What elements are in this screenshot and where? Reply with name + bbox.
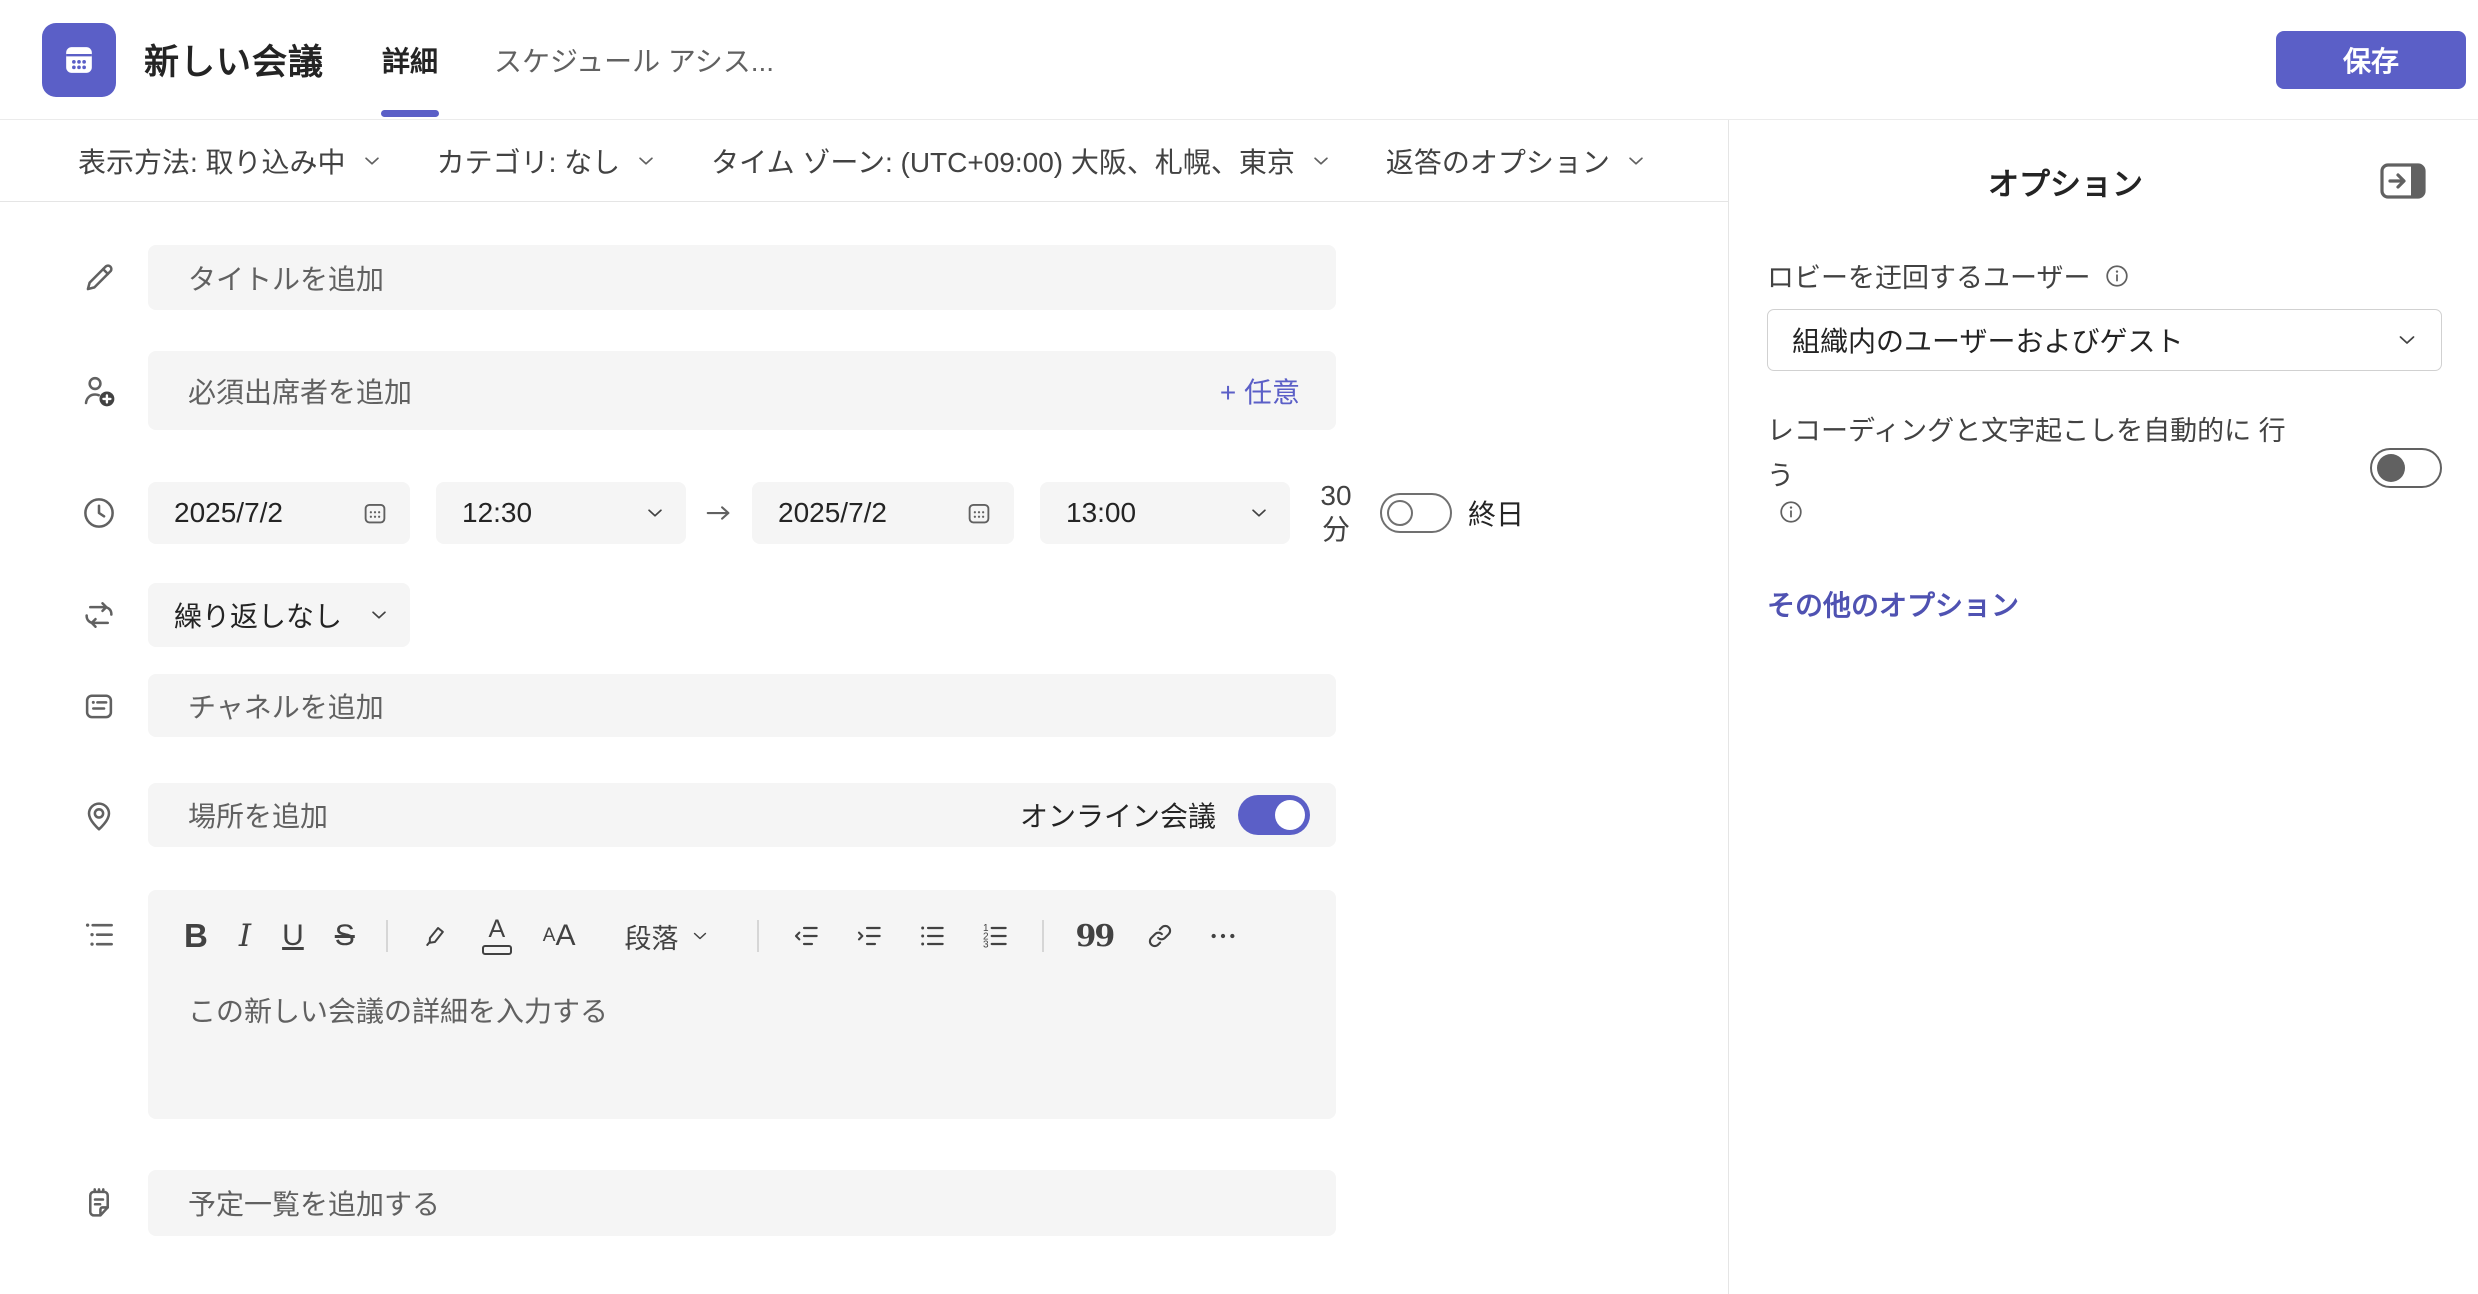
strikethrough-button[interactable]: S <box>335 919 355 953</box>
agenda-placeholder: 予定一覧を追加する <box>188 1183 440 1223</box>
collapse-panel-button[interactable] <box>2364 152 2442 210</box>
chevron-down-icon <box>368 604 390 626</box>
title-input[interactable]: タイトルを追加 <box>148 245 1336 310</box>
underline-button[interactable]: U <box>282 919 304 953</box>
calendar-icon <box>360 498 390 528</box>
meeting-form: タイトルを追加 必須出席者を追加 <box>0 202 1728 1236</box>
new-meeting-window: 新しい会議 詳細 スケジュール アシス... 保存 表示方法: 取り込み中 カテ… <box>0 0 2478 1294</box>
end-date-value: 2025/7/2 <box>778 497 887 529</box>
lobby-bypass-dropdown[interactable]: 組織内のユーザーおよびゲスト <box>1767 309 2442 371</box>
calendar-icon <box>964 498 994 528</box>
tab-details[interactable]: 詳細 <box>382 0 438 120</box>
more-options-icon[interactable] <box>1207 920 1239 952</box>
lobby-bypass-label: ロビーを迂回するユーザー <box>1767 256 2090 295</box>
auto-recording-label: レコーディングと文字起こしを自動的に 行う <box>1767 409 2287 498</box>
outdent-icon[interactable] <box>790 920 822 952</box>
chevron-down-icon <box>2395 328 2419 352</box>
all-day-label: 終日 <box>1468 493 1524 533</box>
lobby-bypass-value: 組織内のユーザーおよびゲスト <box>1792 320 2183 360</box>
timezone-label: タイム ゾーン: (UTC+09:00) 大阪、札幌、東京 <box>711 141 1295 181</box>
main-column: 表示方法: 取り込み中 カテゴリ: なし タイム ゾーン: (UTC+09:00… <box>0 120 1729 1294</box>
repeat-value: 繰り返しなし <box>174 595 342 635</box>
panel-collapse-icon <box>2377 159 2429 203</box>
chevron-down-icon <box>1625 150 1647 172</box>
paragraph-style-dropdown[interactable]: 段落 <box>624 917 710 956</box>
chevron-down-icon <box>1248 502 1270 524</box>
agenda-input[interactable]: 予定一覧を追加する <box>148 1170 1336 1236</box>
online-meeting-toggle[interactable] <box>1238 795 1310 835</box>
highlighter-icon[interactable] <box>419 920 451 952</box>
start-date-value: 2025/7/2 <box>174 497 283 529</box>
save-button[interactable]: 保存 <box>2276 31 2466 89</box>
font-color-button[interactable]: A <box>482 917 512 955</box>
options-panel: オプション ロビーを迂回するユーザー 組織内のユーザーおよびゲスト <box>1729 120 2478 1294</box>
bold-button[interactable]: B <box>184 917 208 955</box>
editor-toolbar: B I U S A <box>184 908 1336 964</box>
link-icon[interactable] <box>1144 920 1176 952</box>
description-placeholder: この新しい会議の詳細を入力する <box>188 990 1336 1030</box>
bullet-list-icon[interactable] <box>916 920 948 952</box>
channel-icon <box>78 687 120 725</box>
description-icon <box>78 916 120 954</box>
description-editor[interactable]: B I U S A <box>148 890 1336 1119</box>
end-date-picker[interactable]: 2025/7/2 <box>752 482 1014 544</box>
channel-placeholder: チャネルを追加 <box>188 686 384 726</box>
timezone-dropdown[interactable]: タイム ゾーン: (UTC+09:00) 大阪、札幌、東京 <box>711 141 1332 181</box>
end-time-picker[interactable]: 13:00 <box>1040 482 1290 544</box>
meeting-attributes-bar: 表示方法: 取り込み中 カテゴリ: なし タイム ゾーン: (UTC+09:00… <box>0 120 1728 202</box>
required-attendees-input[interactable]: 必須出席者を追加 + 任意 <box>148 351 1336 430</box>
category-label: カテゴリ: なし <box>437 141 621 181</box>
category-dropdown[interactable]: カテゴリ: なし <box>437 141 658 181</box>
calendar-app-icon <box>42 23 116 97</box>
attendees-placeholder: 必須出席者を追加 <box>188 371 412 411</box>
chevron-down-icon <box>361 150 383 172</box>
all-day-toggle[interactable] <box>1380 493 1452 533</box>
add-person-icon <box>78 372 120 410</box>
italic-button[interactable]: I <box>239 918 251 954</box>
more-options-link[interactable]: その他のオプション <box>1767 584 2442 624</box>
auto-recording-toggle[interactable] <box>2370 448 2442 488</box>
add-optional-attendees-link[interactable]: + 任意 <box>1220 371 1300 411</box>
header-tabs: 詳細 スケジュール アシス... <box>382 0 774 120</box>
repeat-dropdown[interactable]: 繰り返しなし <box>148 583 410 647</box>
info-icon[interactable] <box>1777 498 1805 526</box>
clock-icon <box>78 494 120 532</box>
toolbar-divider <box>386 920 388 952</box>
response-options-dropdown[interactable]: 返答のオプション <box>1386 141 1647 181</box>
start-time-picker[interactable]: 12:30 <box>436 482 686 544</box>
arrow-right-icon <box>686 498 752 528</box>
location-input[interactable]: 場所を追加 オンライン会議 <box>148 783 1336 847</box>
page-title: 新しい会議 <box>144 34 324 85</box>
header: 新しい会議 詳細 スケジュール アシス... 保存 <box>0 0 2478 120</box>
duration-label: 30 分 <box>1312 479 1360 546</box>
font-size-button[interactable]: AA <box>543 919 576 953</box>
title-placeholder: タイトルを追加 <box>188 258 384 298</box>
tab-scheduling-assistant[interactable]: スケジュール アシス... <box>494 0 774 120</box>
start-date-picker[interactable]: 2025/7/2 <box>148 482 410 544</box>
options-panel-title: オプション <box>1767 159 2364 204</box>
indent-icon[interactable] <box>853 920 885 952</box>
quote-button[interactable]: 99 <box>1075 919 1113 954</box>
chevron-down-icon <box>1310 150 1332 172</box>
chevron-down-icon <box>635 150 657 172</box>
chevron-down-icon <box>690 926 710 946</box>
toolbar-divider <box>757 920 759 952</box>
online-meeting-label: オンライン会議 <box>1020 795 1216 835</box>
agenda-note-icon <box>78 1184 120 1222</box>
svg-text:3: 3 <box>983 940 989 951</box>
response-options-label: 返答のオプション <box>1386 141 1610 181</box>
show-as-label: 表示方法: 取り込み中 <box>78 141 346 181</box>
info-icon[interactable] <box>2103 262 2131 290</box>
show-as-dropdown[interactable]: 表示方法: 取り込み中 <box>78 141 383 181</box>
location-placeholder: 場所を追加 <box>188 795 328 835</box>
toolbar-divider <box>1042 920 1044 952</box>
location-pin-icon <box>78 796 120 834</box>
repeat-icon <box>78 596 120 634</box>
numbered-list-icon[interactable]: 1 2 3 <box>979 920 1011 952</box>
start-time-value: 12:30 <box>462 497 532 529</box>
pencil-icon <box>78 259 120 297</box>
channel-input[interactable]: チャネルを追加 <box>148 674 1336 737</box>
end-time-value: 13:00 <box>1066 497 1136 529</box>
chevron-down-icon <box>644 502 666 524</box>
